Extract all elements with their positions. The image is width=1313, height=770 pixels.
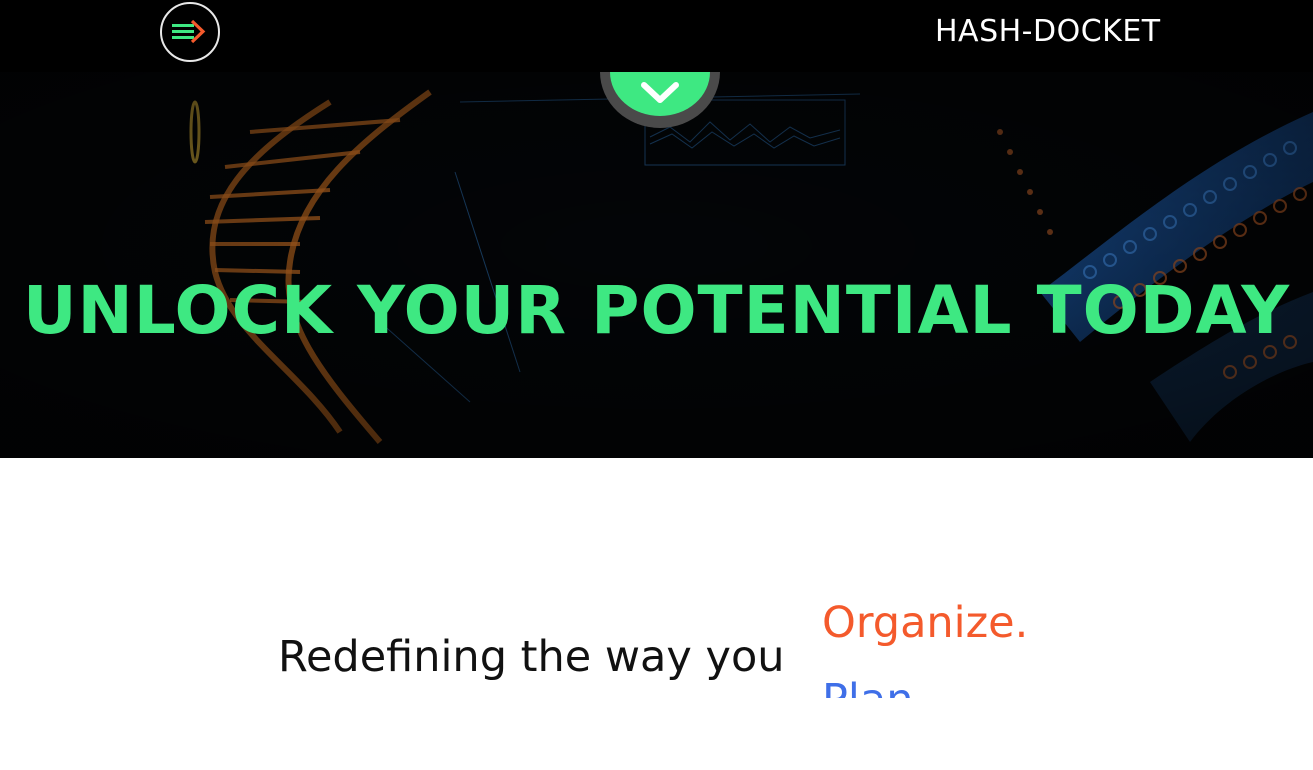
brand-name-link[interactable]: HASH-DOCKET	[935, 14, 1161, 49]
rotating-word-box: Organize. Plan.	[822, 600, 1082, 698]
top-navbar: HASH-DOCKET	[0, 0, 1313, 72]
rotating-word-plan: Plan.	[822, 675, 927, 698]
scroll-down-button[interactable]	[600, 72, 720, 128]
hero-title: UNLOCK YOUR POTENTIAL TODAY	[22, 272, 1291, 349]
rotating-word-organize: Organize.	[822, 600, 1029, 648]
dna-background-image	[0, 72, 1313, 458]
forward-arrow-icon	[172, 19, 206, 44]
logo-button[interactable]	[160, 2, 220, 62]
hero-banner: UNLOCK YOUR POTENTIAL TODAY	[0, 72, 1313, 458]
tagline-text: Redefining the way you	[278, 632, 785, 682]
chevron-down-icon	[600, 72, 720, 128]
